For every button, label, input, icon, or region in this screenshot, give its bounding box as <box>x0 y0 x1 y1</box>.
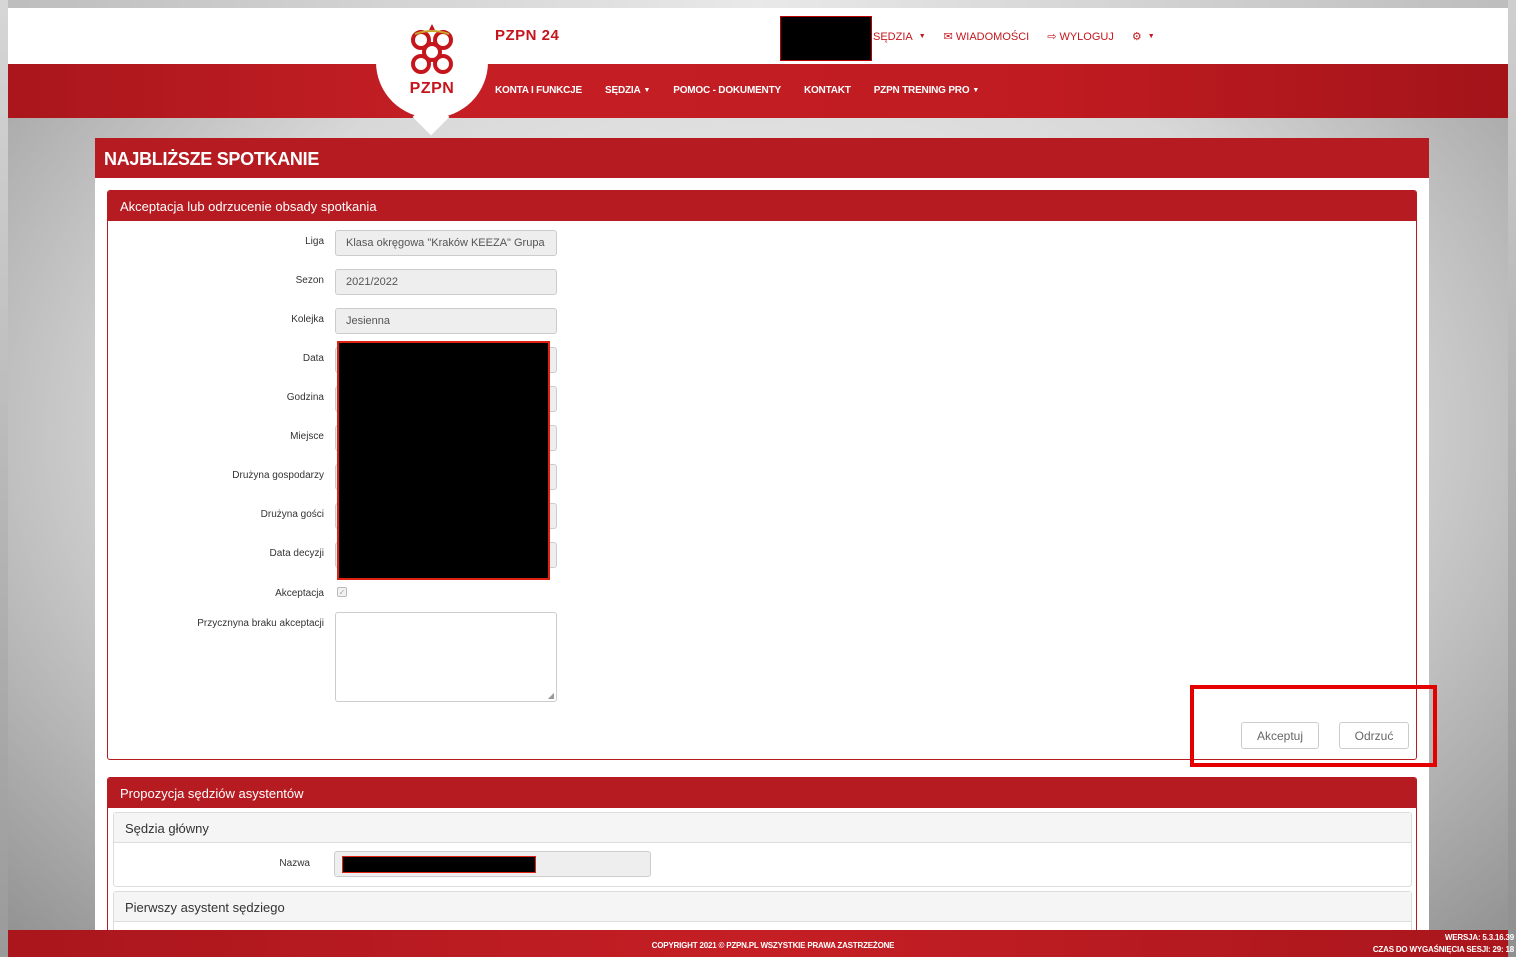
menu-item-konta[interactable]: KONTA I FUNKCJE <box>495 85 582 96</box>
page-title: NAJBLIŻSZE SPOTKANIE <box>95 138 1429 178</box>
field-label: Kolejka <box>291 314 324 325</box>
screenshot-frame-left <box>0 0 8 957</box>
top-link-wiadomosci[interactable]: ✉ WIADOMOŚCI <box>943 30 1030 44</box>
field-row-kolejka: Kolejka Jesienna <box>108 308 708 334</box>
first-assistant-title: Pierwszy asystent sędziego <box>114 892 1411 922</box>
field-row-sezon: Sezon 2021/2022 <box>108 269 708 295</box>
screenshot-frame-top <box>0 0 1516 8</box>
chevron-down-icon: ▼ <box>1147 33 1155 40</box>
top-link-sedzia[interactable]: SĘDZIA ▼ <box>873 30 926 43</box>
menu-item-pomoc[interactable]: POMOC - DOKUMENTY <box>673 85 781 96</box>
menu-item-sedzia[interactable]: SĘDZIA ▼ <box>605 85 650 96</box>
main-referee-title: Sędzia główny <box>114 813 1411 843</box>
main-panel: NAJBLIŻSZE SPOTKANIE Akceptacja lub odrz… <box>95 138 1429 930</box>
field-label: Sezon <box>295 275 324 286</box>
assistants-card: Propozycja sędziów asystentów Sędzia głó… <box>107 777 1417 930</box>
chevron-down-icon: ▼ <box>918 33 926 40</box>
screenshot-frame-right <box>1508 0 1516 957</box>
field-label: Liga <box>305 236 324 247</box>
field-label: Miejsce <box>290 431 324 442</box>
field-label: Data <box>302 353 324 364</box>
footer: COPYRIGHT 2021 © PZPN.PL WSZYSTKIE PRAWA… <box>8 930 1514 957</box>
acceptance-card-title: Akceptacja lub odrzucenie obsady spotkan… <box>108 191 1416 221</box>
chevron-down-icon: ▼ <box>643 86 651 94</box>
version-info: WERSJA: 5.3.16.39 CZAS DO WYGAŚNIĘCIA SE… <box>1373 932 1514 956</box>
chevron-down-icon: ▼ <box>972 86 980 94</box>
main-referee-name-input[interactable] <box>334 851 651 877</box>
redacted-match-details <box>337 341 550 580</box>
top-link-wiadomosci-label: WIADOMOŚCI <box>955 30 1030 43</box>
redacted-user-name <box>780 16 872 61</box>
field-label: Drużyna gości <box>260 509 324 520</box>
gear-icon: ⚙ <box>1131 31 1142 43</box>
redacted-referee-name <box>342 856 536 873</box>
logo-text[interactable]: PZPN <box>400 80 464 98</box>
sezon-input[interactable]: 2021/2022 <box>335 269 557 295</box>
top-link-wyloguj-label: WYLOGUJ <box>1059 30 1114 43</box>
session-timer: CZAS DO WYGAŚNIĘCIA SESJI: 29: 18 <box>1372 945 1514 954</box>
settings-menu[interactable]: ⚙ ▼ <box>1132 30 1155 43</box>
kolejka-input[interactable]: Jesienna <box>335 308 557 334</box>
first-assistant-panel: Pierwszy asystent sędziego <box>113 891 1412 930</box>
menu-item-trening-pro[interactable]: PZPN TRENING PRO ▼ <box>873 85 980 96</box>
field-label: Przycznyna braku akceptacji <box>197 618 324 629</box>
assistants-card-title: Propozycja sędziów asystentów <box>108 778 1416 808</box>
envelope-icon: ✉ <box>943 31 953 43</box>
pzpn-emblem-icon[interactable] <box>407 22 457 76</box>
field-row-akceptacja: Akceptacja ✓ <box>108 582 708 608</box>
akceptacja-checkbox[interactable]: ✓ <box>337 587 347 597</box>
field-label: Data decyzji <box>269 548 324 559</box>
app-title[interactable]: PZPN 24 <box>495 27 559 44</box>
menu-item-kontakt[interactable]: KONTAKT <box>804 85 851 96</box>
top-links: SĘDZIA ▼ ✉ WIADOMOŚCI ⇨ WYLOGUJ ⚙ ▼ <box>873 30 1155 44</box>
annotation-highlight-box <box>1190 685 1437 767</box>
menu-item-sedzia-label: SĘDZIA <box>605 85 641 96</box>
field-label: Akceptacja <box>275 588 324 599</box>
field-label: Godzina <box>286 392 324 403</box>
field-row-reason: Przycznyna braku akceptacji ◢ <box>108 612 708 704</box>
main-menu: KONTA I FUNKCJE SĘDZIA ▼ POMOC - DOKUMENT… <box>495 85 979 96</box>
top-bar <box>8 8 1508 64</box>
acceptance-card: Akceptacja lub odrzucenie obsady spotkan… <box>107 190 1417 760</box>
top-link-sedzia-label: SĘDZIA <box>873 30 913 43</box>
reason-textarea[interactable]: ◢ <box>335 612 557 702</box>
name-label: Nazwa <box>279 858 310 869</box>
liga-input[interactable]: Klasa okręgowa "Kraków KEEZA" Grupa <box>335 230 557 256</box>
field-label: Drużyna gospodarzy <box>232 470 324 481</box>
menu-item-trening-pro-label: PZPN TRENING PRO <box>873 85 970 96</box>
field-row-liga: Liga Klasa okręgowa "Kraków KEEZA" Grupa <box>108 230 708 256</box>
resize-handle-icon[interactable]: ◢ <box>548 691 554 700</box>
version-text: WERSJA: 5.3.16.39 <box>1444 933 1514 942</box>
main-referee-panel: Sędzia główny Nazwa <box>113 812 1412 887</box>
copyright-text: COPYRIGHT 2021 © PZPN.PL WSZYSTKIE PRAWA… <box>651 941 895 950</box>
logout-icon: ⇨ <box>1047 31 1057 43</box>
top-link-wyloguj[interactable]: ⇨ WYLOGUJ <box>1047 30 1114 44</box>
